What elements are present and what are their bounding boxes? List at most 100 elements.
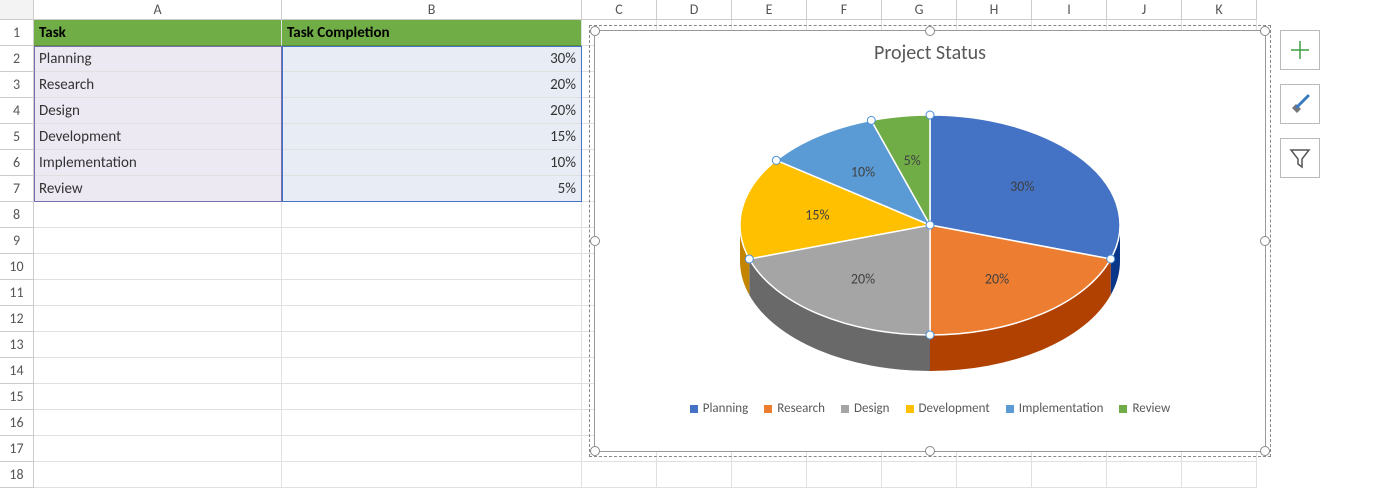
- row-header-11[interactable]: 11: [0, 280, 34, 306]
- cell-a17[interactable]: [34, 436, 282, 462]
- row-header-1[interactable]: 1: [0, 20, 34, 46]
- row-header-14[interactable]: 14: [0, 358, 34, 384]
- row-header-18[interactable]: 18: [0, 462, 34, 488]
- cell-b9[interactable]: [282, 228, 582, 254]
- cell-b10[interactable]: [282, 254, 582, 280]
- resize-handle-nw[interactable]: [590, 26, 600, 36]
- column-header-f[interactable]: F: [807, 0, 882, 20]
- series-handle[interactable]: [1107, 255, 1115, 263]
- chart-title[interactable]: Project Status: [595, 41, 1265, 65]
- row-header-6[interactable]: 6: [0, 150, 34, 176]
- column-header-k[interactable]: K: [1182, 0, 1257, 20]
- column-header-j[interactable]: J: [1107, 0, 1182, 20]
- chart-styles-button[interactable]: [1280, 84, 1320, 124]
- column-header-g[interactable]: G: [882, 0, 957, 20]
- row-header-10[interactable]: 10: [0, 254, 34, 280]
- cell-a7[interactable]: Review: [34, 176, 282, 202]
- row-header-17[interactable]: 17: [0, 436, 34, 462]
- chart-filters-button[interactable]: [1280, 138, 1320, 178]
- cell-b5[interactable]: 15%: [282, 124, 582, 150]
- cell-a15[interactable]: [34, 384, 282, 410]
- cell-g18[interactable]: [882, 462, 957, 488]
- cell-a3[interactable]: Research: [34, 72, 282, 98]
- series-handle[interactable]: [867, 116, 875, 124]
- column-header-a[interactable]: A: [34, 0, 282, 20]
- cell-b18[interactable]: [282, 462, 582, 488]
- column-header-e[interactable]: E: [732, 0, 807, 20]
- resize-handle-n[interactable]: [925, 26, 935, 36]
- row-header-7[interactable]: 7: [0, 176, 34, 202]
- series-handle[interactable]: [745, 255, 753, 263]
- row-header-13[interactable]: 13: [0, 332, 34, 358]
- resize-handle-s[interactable]: [925, 446, 935, 456]
- row-header-16[interactable]: 16: [0, 410, 34, 436]
- cell-a1[interactable]: Task: [34, 20, 282, 46]
- resize-handle-sw[interactable]: [590, 446, 600, 456]
- row-header-8[interactable]: 8: [0, 202, 34, 228]
- cell-a8[interactable]: [34, 202, 282, 228]
- cell-b8[interactable]: [282, 202, 582, 228]
- cell-a14[interactable]: [34, 358, 282, 384]
- resize-handle-ne[interactable]: [1260, 26, 1270, 36]
- cell-a12[interactable]: [34, 306, 282, 332]
- legend-item-development[interactable]: Development: [906, 401, 990, 416]
- cell-a13[interactable]: [34, 332, 282, 358]
- cell-a16[interactable]: [34, 410, 282, 436]
- cell-f18[interactable]: [807, 462, 882, 488]
- cell-b13[interactable]: [282, 332, 582, 358]
- row-header-2[interactable]: 2: [0, 46, 34, 72]
- cell-b1[interactable]: Task Completion: [282, 20, 582, 46]
- cell-b3[interactable]: 20%: [282, 72, 582, 98]
- series-handle[interactable]: [772, 156, 780, 164]
- cell-b16[interactable]: [282, 410, 582, 436]
- select-all-corner[interactable]: [0, 0, 34, 20]
- chart-elements-button[interactable]: [1280, 30, 1320, 70]
- cell-b11[interactable]: [282, 280, 582, 306]
- chart-object[interactable]: Project Status 30%20%20%15%10%5% Plannin…: [594, 30, 1266, 452]
- column-header-d[interactable]: D: [657, 0, 732, 20]
- row-header-5[interactable]: 5: [0, 124, 34, 150]
- cell-a10[interactable]: [34, 254, 282, 280]
- cell-a2[interactable]: Planning: [34, 46, 282, 72]
- cell-a9[interactable]: [34, 228, 282, 254]
- cell-b2[interactable]: 30%: [282, 46, 582, 72]
- column-header-i[interactable]: I: [1032, 0, 1107, 20]
- column-header-h[interactable]: H: [957, 0, 1032, 20]
- resize-handle-w[interactable]: [590, 236, 600, 246]
- cell-b17[interactable]: [282, 436, 582, 462]
- legend-item-design[interactable]: Design: [841, 401, 889, 416]
- cell-h18[interactable]: [957, 462, 1032, 488]
- cell-a4[interactable]: Design: [34, 98, 282, 124]
- cell-b7[interactable]: 5%: [282, 176, 582, 202]
- legend-item-review[interactable]: Review: [1119, 401, 1170, 416]
- series-handle[interactable]: [926, 111, 934, 119]
- series-handle[interactable]: [926, 221, 934, 229]
- column-header-c[interactable]: C: [582, 0, 657, 20]
- cell-b4[interactable]: 20%: [282, 98, 582, 124]
- row-header-3[interactable]: 3: [0, 72, 34, 98]
- chart-legend[interactable]: Planning Research Design Development Impleme…: [595, 401, 1265, 416]
- cell-a5[interactable]: Development: [34, 124, 282, 150]
- row-header-4[interactable]: 4: [0, 98, 34, 124]
- pie-chart[interactable]: 30%20%20%15%10%5%: [680, 70, 1180, 390]
- legend-item-implementation[interactable]: Implementation: [1006, 401, 1104, 416]
- cell-d18[interactable]: [657, 462, 732, 488]
- column-header-b[interactable]: B: [282, 0, 582, 20]
- row-header-9[interactable]: 9: [0, 228, 34, 254]
- pie-plot-area[interactable]: 30%20%20%15%10%5%: [595, 65, 1265, 395]
- cell-k18[interactable]: [1182, 462, 1257, 488]
- legend-item-planning[interactable]: Planning: [690, 401, 749, 416]
- series-handle[interactable]: [926, 331, 934, 339]
- cell-c18[interactable]: [582, 462, 657, 488]
- legend-item-research[interactable]: Research: [764, 401, 825, 416]
- cell-j18[interactable]: [1107, 462, 1182, 488]
- cell-b12[interactable]: [282, 306, 582, 332]
- cell-i18[interactable]: [1032, 462, 1107, 488]
- cell-b6[interactable]: 10%: [282, 150, 582, 176]
- resize-handle-e[interactable]: [1260, 236, 1270, 246]
- cell-b14[interactable]: [282, 358, 582, 384]
- cell-a18[interactable]: [34, 462, 282, 488]
- cell-a11[interactable]: [34, 280, 282, 306]
- row-header-15[interactable]: 15: [0, 384, 34, 410]
- cell-a6[interactable]: Implementation: [34, 150, 282, 176]
